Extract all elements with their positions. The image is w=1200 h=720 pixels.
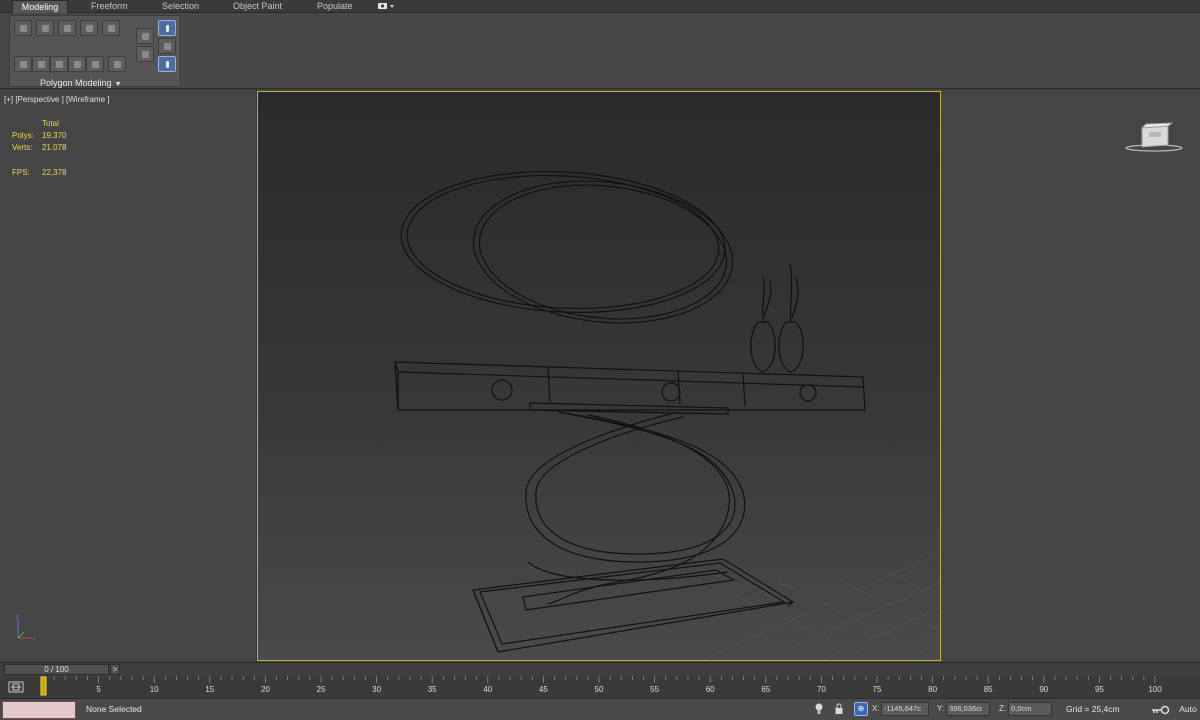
ruler-tick-label: 15 — [205, 685, 214, 694]
maxscript-listener-mini[interactable] — [2, 701, 76, 719]
track-bar: 5 10 15 20 25 30 35 40 45 50 55 60 65 70 75 80 85 90 95 100 — [0, 676, 1200, 698]
ribbon-tool-button[interactable] — [136, 28, 154, 44]
time-slider-text: 0 / 100 — [44, 665, 69, 674]
ribbon-tool-button[interactable] — [14, 20, 32, 36]
tab-freeform[interactable]: Freeform — [87, 0, 132, 13]
ruler-tick-label: 20 — [261, 685, 270, 694]
stats-verts: Verts: 21.078 — [12, 142, 66, 154]
key-icon[interactable] — [1150, 703, 1170, 717]
ribbon-tool-button[interactable] — [136, 46, 154, 62]
ruler-tick-label: 95 — [1095, 685, 1104, 694]
fps-value: 22,378 — [42, 168, 67, 177]
chevron-down-icon: ▼ — [114, 81, 122, 88]
stats-fps: FPS: 22,378 — [12, 167, 66, 179]
ribbon-tool-button[interactable] — [32, 56, 50, 72]
camera-dropdown-icon[interactable] — [377, 1, 397, 11]
svg-text:x: x — [33, 636, 36, 642]
console-table-wireframe — [394, 170, 866, 653]
floor-grid — [701, 552, 940, 660]
ribbon-tool-button[interactable] — [68, 56, 86, 72]
selection-status: None Selected — [86, 704, 142, 714]
viewport-label-menu[interactable]: [+] [Perspective ] [Wireframe ] — [4, 95, 110, 104]
z-label: Z: — [999, 704, 1007, 713]
frame-ruler[interactable]: 5 10 15 20 25 30 35 40 45 50 55 60 65 70 75 80 85 90 95 100 — [38, 676, 1170, 698]
z-coordinate-field[interactable]: 0,0cm — [1008, 702, 1052, 716]
ruler-tick-label: 30 — [372, 685, 381, 694]
ribbon-tool-button[interactable] — [108, 56, 126, 72]
ribbon-toggle-button[interactable] — [158, 20, 176, 36]
ruler-tick-label: 45 — [539, 685, 548, 694]
ribbon-tool-button[interactable] — [158, 38, 176, 54]
ribbon-tool-button[interactable] — [50, 56, 68, 72]
svg-text:z: z — [16, 614, 19, 620]
stats-polys: Polys: 19.370 — [12, 130, 66, 142]
ruler-tick-label: 65 — [761, 685, 770, 694]
polys-value: 19.370 — [42, 131, 67, 140]
ruler-tick-label: 75 — [873, 685, 882, 694]
selection-lock-icon[interactable] — [834, 702, 844, 716]
time-next-button[interactable]: > — [110, 664, 120, 675]
wireframe-scene — [394, 170, 940, 660]
ruler-tick-label: 70 — [817, 685, 826, 694]
max-window: Modeling Freeform Selection Object Paint… — [0, 0, 1200, 720]
ribbon-toggle-button[interactable] — [158, 56, 176, 72]
ribbon-tool-button[interactable] — [102, 20, 120, 36]
verts-value: 21.078 — [42, 143, 67, 152]
x-label: X: — [872, 704, 880, 713]
ribbon: Polygon Modeling ▼ — [0, 13, 1200, 89]
viewcube-icon[interactable] — [1124, 118, 1184, 158]
panel-label-text: Polygon Modeling — [40, 78, 112, 88]
auto-key-button[interactable]: Auto — [1176, 702, 1200, 717]
tab-object-paint[interactable]: Object Paint — [229, 0, 286, 13]
ruler-tick-label: 35 — [428, 685, 437, 694]
ruler-tick-label: 90 — [1039, 685, 1048, 694]
ribbon-tool-button[interactable] — [14, 56, 32, 72]
ribbon-tool-button[interactable] — [86, 56, 104, 72]
trackbar-filter-icon[interactable] — [8, 680, 24, 694]
viewport-statistics: Total Polys: 19.370 Verts: 21.078 FPS: 22,3… — [12, 118, 66, 179]
ribbon-tool-button[interactable] — [58, 20, 76, 36]
ruler-tick-label: 10 — [150, 685, 159, 694]
ruler-tick-label: 80 — [928, 685, 937, 694]
verts-label: Verts: — [12, 143, 33, 152]
tab-selection[interactable]: Selection — [158, 0, 203, 13]
ruler-tick-label: 85 — [984, 685, 993, 694]
ruler-tick-label: 5 — [96, 685, 101, 694]
ribbon-tool-button[interactable] — [80, 20, 98, 36]
status-bar: None Selected ⊕ X: -1145,647c Y: 396,036… — [0, 698, 1200, 720]
ruler-tick-label: 50 — [595, 685, 604, 694]
y-label: Y: — [937, 704, 945, 713]
ribbon-tab-bar: Modeling Freeform Selection Object Paint… — [0, 0, 1200, 13]
axis-tripod-icon: z x — [10, 612, 50, 648]
y-coordinate-field[interactable]: 396,036cr — [946, 702, 990, 716]
tab-populate[interactable]: Populate — [313, 0, 357, 13]
grid-size-readout: Grid = 25,4cm — [1066, 704, 1120, 714]
current-frame-marker[interactable] — [40, 676, 47, 696]
tab-modeling[interactable]: Modeling — [12, 0, 68, 13]
polys-label: Polys: — [12, 131, 34, 140]
fps-label: FPS: — [12, 168, 30, 177]
ruler-tick-label: 55 — [650, 685, 659, 694]
ruler-tick-label: 40 — [483, 685, 492, 694]
absolute-mode-transform-icon[interactable]: ⊕ — [854, 702, 868, 716]
time-slider[interactable]: 0 / 100 — [4, 664, 109, 675]
isolate-selection-icon[interactable] — [814, 702, 824, 716]
viewport-right[interactable] — [941, 90, 1200, 662]
stats-header: Total — [42, 119, 59, 128]
x-coordinate-field[interactable]: -1145,647c — [881, 702, 929, 716]
panel-label-dropdown[interactable]: Polygon Modeling ▼ — [40, 78, 122, 88]
polygon-modeling-panel: Polygon Modeling ▼ — [9, 15, 181, 88]
viewport-perspective[interactable] — [257, 91, 941, 661]
ribbon-tool-button[interactable] — [36, 20, 54, 36]
ruler-tick-label: 25 — [317, 685, 326, 694]
ruler-tick-label: 60 — [706, 685, 715, 694]
time-slider-bar: 0 / 100 > — [0, 662, 1200, 676]
ruler-tick-label: 100 — [1148, 685, 1162, 694]
